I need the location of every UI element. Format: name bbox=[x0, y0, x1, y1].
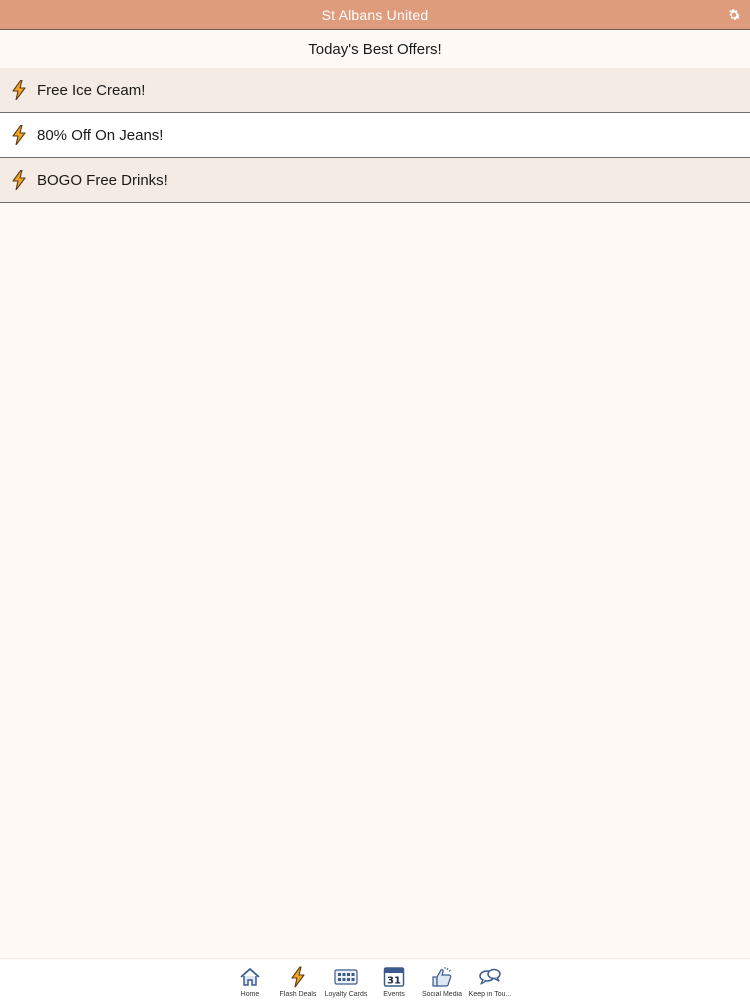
tab-label: Events bbox=[383, 991, 405, 998]
offer-item-free-ice-cream[interactable]: Free Ice Cream! bbox=[0, 68, 750, 113]
calendar-day: 31 bbox=[387, 976, 401, 987]
page-title: Today's Best Offers! bbox=[0, 31, 750, 68]
home-icon bbox=[238, 965, 262, 989]
offer-label: 80% Off On Jeans! bbox=[37, 126, 164, 144]
navigation-bar: St Albans United bbox=[0, 0, 750, 30]
offer-label: Free Ice Cream! bbox=[37, 81, 146, 99]
thumbs-up-icon bbox=[430, 965, 454, 989]
tab-bar: Home Flash Deals Loyalty Cards 31 Events bbox=[0, 958, 750, 1000]
tab-flash-deals[interactable]: Flash Deals bbox=[274, 959, 322, 1000]
offer-label: BOGO Free Drinks! bbox=[37, 171, 168, 189]
lightning-bolt-icon bbox=[286, 965, 310, 989]
lightning-bolt-icon bbox=[0, 113, 37, 158]
calendar-icon: 31 bbox=[382, 965, 406, 989]
chat-bubbles-icon bbox=[478, 965, 502, 989]
tab-home[interactable]: Home bbox=[226, 959, 274, 1000]
app-root: St Albans United Today's Best Offers! Fr… bbox=[0, 0, 750, 1000]
offer-item-bogo-drinks[interactable]: BOGO Free Drinks! bbox=[0, 158, 750, 203]
tab-keep-in-touch[interactable]: Keep in Tou... bbox=[466, 959, 514, 1000]
offer-item-jeans[interactable]: 80% Off On Jeans! bbox=[0, 113, 750, 158]
loyalty-card-icon bbox=[334, 965, 358, 989]
tab-social-media[interactable]: Social Media bbox=[418, 959, 466, 1000]
gear-icon bbox=[728, 9, 741, 20]
offers-list: Free Ice Cream! 80% Off On Jeans! BOGO F… bbox=[0, 68, 750, 203]
tab-label: Social Media bbox=[421, 991, 463, 998]
settings-button[interactable] bbox=[724, 5, 744, 25]
tab-label: Loyalty Cards bbox=[324, 991, 368, 998]
nav-title: St Albans United bbox=[321, 6, 429, 23]
lightning-bolt-icon bbox=[0, 158, 37, 203]
tab-label: Home bbox=[240, 991, 260, 998]
tab-loyalty-cards[interactable]: Loyalty Cards bbox=[322, 959, 370, 1000]
lightning-bolt-icon bbox=[0, 68, 37, 113]
tab-label: Keep in Tou... bbox=[468, 991, 512, 998]
tab-label: Flash Deals bbox=[279, 991, 317, 998]
tab-events[interactable]: 31 Events bbox=[370, 959, 418, 1000]
